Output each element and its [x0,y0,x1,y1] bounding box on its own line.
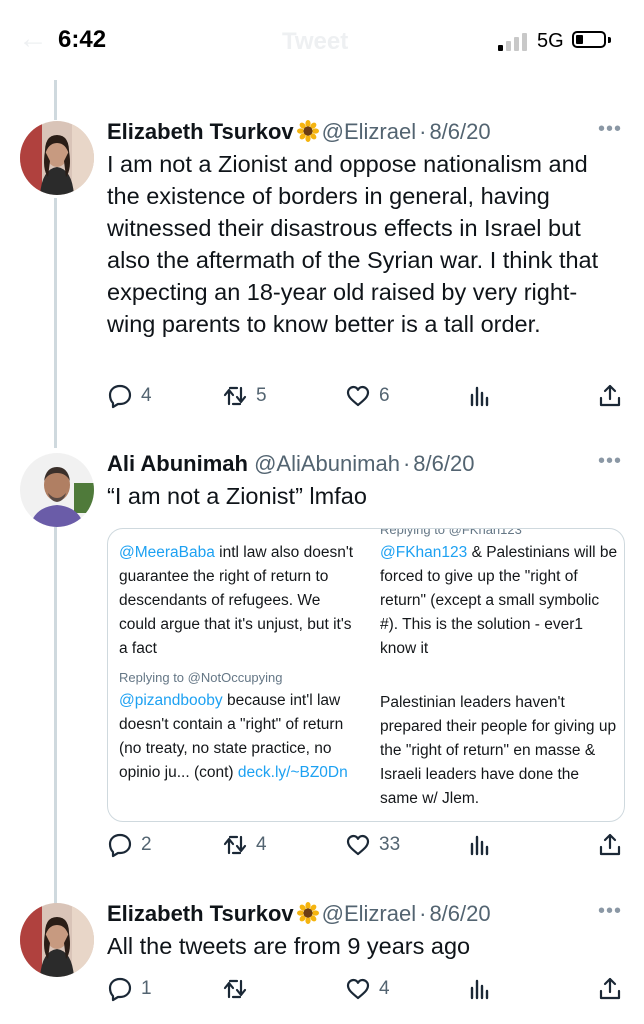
sunflower-emoji [296,120,319,142]
author-handle[interactable]: @AliAbunimah [254,451,400,476]
like-button[interactable]: 4 [345,976,390,1002]
author-handle[interactable]: @Elizrael [322,119,416,144]
status-bar: ← Tweet 6:42 5G [0,0,644,80]
reply-button[interactable]: 1 [107,976,152,1002]
tweet-text: All the tweets are from 9 years ago [107,933,471,959]
tweet-actions: 1 4 [107,976,627,1006]
sunflower-emoji [296,902,319,924]
embed-top-left: @MeeraBaba intl law also doesn't guarant… [119,541,354,661]
tweet-actions: 2 4 33 [107,832,627,862]
embed-link: deck.ly/~BZ0Dn [237,764,348,781]
analytics-icon [470,835,489,856]
reply-button[interactable]: 2 [107,832,152,858]
like-icon [346,834,370,856]
separator-dot: · [419,119,427,144]
embed-text: Palestinian leaders haven't prepared the… [380,694,617,807]
battery-tip [608,37,611,43]
embedded-image[interactable]: @MeeraBaba intl law also doesn't guarant… [107,528,625,822]
separator-dot: · [419,901,427,926]
embed-mention: @pizandbooby [119,692,223,709]
reply-count: 4 [141,385,152,406]
tweet-text: “I am not a Zionist” lmfao [107,483,367,509]
more-icon[interactable]: ••• [598,900,622,923]
share-button[interactable] [597,383,623,409]
retweet-count: 4 [256,834,267,855]
status-time: 6:42 [58,26,107,53]
embed-reply-to: Replying to @FKhan123 [380,528,522,537]
embed-reply-to: Replying to @NotOccupying [119,670,283,685]
reply-icon [108,833,132,858]
tweet-date[interactable]: 8/6/20 [413,451,474,476]
reply-button[interactable]: 4 [107,383,152,409]
avatar[interactable] [20,903,94,977]
page-title: Tweet [282,28,349,55]
embed-bottom-left: Replying to @NotOccupying @pizandbooby b… [119,671,359,785]
author-name[interactable]: Elizabeth Tsurkov [107,119,294,144]
retweet-count: 5 [256,385,267,406]
tweet[interactable]: Ali Abunimah @AliAbunimah · 8/6/20 ••• “I … [0,450,644,870]
share-icon [599,384,621,407]
analytics-button[interactable] [467,832,493,858]
like-button[interactable]: 33 [345,832,400,858]
analytics-button[interactable] [467,976,493,1002]
embed-mention: @FKhan123 [380,544,468,561]
author-name[interactable]: Ali Abunimah [107,451,248,476]
like-button[interactable]: 6 [345,383,390,409]
share-button[interactable] [597,832,623,858]
avatar[interactable] [20,121,94,195]
embed-top-right: Replying to @FKhan123 @FKhan123 & Palest… [380,528,620,661]
retweet-button[interactable]: 4 [222,832,267,858]
author-name[interactable]: Elizabeth Tsurkov [107,901,294,926]
embed-mention: @MeeraBaba [119,544,215,561]
retweet-button[interactable]: 5 [222,383,267,409]
like-icon [346,385,370,407]
more-icon[interactable]: ••• [598,450,622,473]
more-icon[interactable]: ••• [598,118,622,141]
network-type: 5G [537,30,564,52]
reply-icon [108,977,132,1002]
analytics-button[interactable] [467,383,493,409]
reply-count: 1 [141,978,152,999]
avatar[interactable] [20,453,94,527]
retweet-icon [223,386,247,406]
retweet-icon [223,835,247,855]
like-count: 6 [379,385,390,406]
embed-bottom-right: Palestinian leaders haven't prepared the… [380,691,620,811]
retweet-icon [223,979,247,999]
tweet-actions: 4 5 6 [107,383,627,413]
author-handle[interactable]: @Elizrael [322,901,416,926]
like-count: 33 [379,834,401,855]
back-arrow-icon[interactable]: ← [18,22,48,56]
tweet[interactable]: Elizabeth Tsurkov @Elizrael · 8/6/20 ••• Al… [0,900,644,1024]
tweet[interactable]: Elizabeth Tsurkov @Elizrael · 8/6/20 ••• I … [0,118,644,418]
reply-count: 2 [141,834,152,855]
thread-line [54,80,57,120]
retweet-button[interactable] [222,976,256,1002]
tweet-date[interactable]: 8/6/20 [429,901,490,926]
separator-dot: · [402,451,411,476]
reply-icon [108,384,132,409]
share-icon [599,833,621,856]
like-count: 4 [379,978,390,999]
analytics-icon [470,386,489,407]
analytics-icon [470,979,489,1000]
battery-icon [572,31,606,48]
tweet-text: I am not a Zionist and oppose nationalis… [107,151,599,337]
tweet-date[interactable]: 8/6/20 [429,119,490,144]
share-icon [599,977,621,1000]
like-icon [346,978,370,1000]
share-button[interactable] [597,976,623,1002]
signal-icon [498,33,527,51]
